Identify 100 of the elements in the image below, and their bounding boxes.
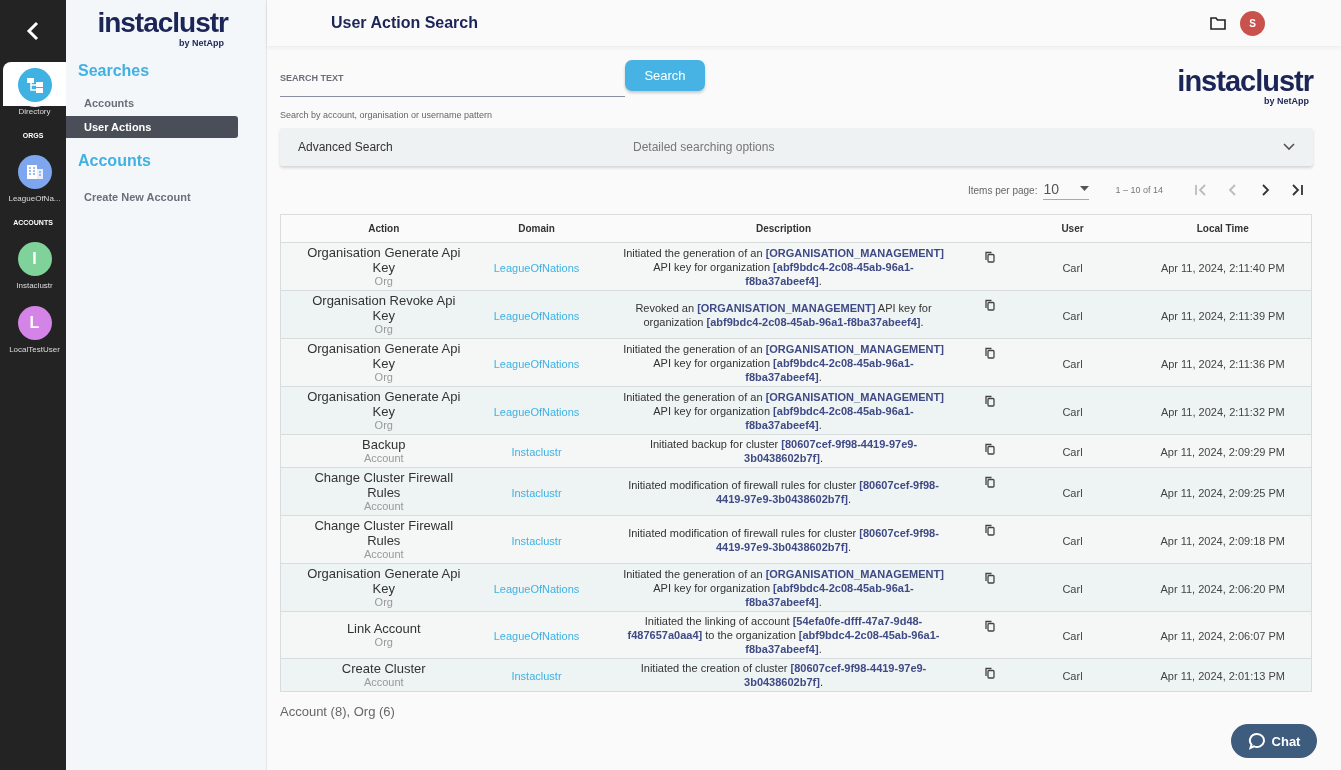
description-text: Initiated modification of firewall rules for cluster [80607cef-9f98-4419-97e9-3b0438602b7f]. (628, 478, 939, 505)
action-type: Account (362, 452, 405, 465)
column-header: User (1010, 214, 1135, 243)
action-type: Org (373, 596, 394, 609)
hierarchy-icon (25, 76, 44, 94)
local-time: Apr 11, 2024, 2:09:25 PM (1160, 486, 1285, 499)
rail-item-label: LocalTestUser (9, 345, 60, 354)
rail-item[interactable]: LeagueOfNa... (3, 149, 66, 213)
local-time: Apr 11, 2024, 2:09:29 PM (1160, 446, 1285, 458)
field-label: SEARCH TEXT (280, 73, 344, 83)
chevron-bar-icon (1194, 183, 1208, 197)
copy-icon[interactable] (984, 443, 995, 455)
search-field[interactable]: SEARCH TEXT (280, 60, 625, 97)
advanced-search-panel[interactable]: Advanced Search Detailed searching options (280, 128, 1313, 166)
description-text: Initiated the generation of an [ORGANISATION_MANAGEMENT] API key for organization [abf9bdc4-2c08-45ab-96a1-f8ba37abeef4]. (623, 246, 944, 287)
panel-title: Advanced Search (298, 140, 394, 154)
domain-link[interactable]: Instaclustr (511, 446, 562, 458)
chat-bubble-icon (1247, 732, 1266, 750)
nav-heading: Accounts (77, 151, 152, 171)
nav-item[interactable]: Accounts (66, 92, 238, 114)
user-name: Carl (1062, 309, 1083, 322)
local-time: Apr 11, 2024, 2:11:39 PM (1160, 309, 1285, 322)
action-name: Organisation Revoke Api Key (311, 293, 457, 323)
chevron-icon (1283, 143, 1295, 151)
description-text: Initiated the generation of an [ORGANISATION_MANAGEMENT] API key for organization [abf9bdc4-2c08-45ab-96a1-f8ba37abeef4]. (623, 567, 944, 608)
column-header: Action (280, 214, 487, 243)
copy-icon[interactable] (984, 299, 995, 311)
nav-item[interactable]: User Actions (66, 116, 238, 138)
copy-icon[interactable] (984, 667, 995, 679)
copy-icon[interactable] (984, 572, 995, 584)
action-name: Change Cluster Firewall Rules (313, 470, 455, 500)
action-type: Org (373, 275, 394, 288)
action-name: Create Cluster (340, 661, 427, 676)
domain-link[interactable]: Instaclustr (511, 670, 562, 682)
local-time: Apr 11, 2024, 2:09:18 PM (1160, 534, 1285, 547)
column-header: Local Time (1134, 214, 1312, 243)
copy-icon[interactable] (984, 347, 995, 359)
chat-button[interactable]: Chat (1231, 724, 1317, 758)
action-name: Link Account (345, 621, 422, 636)
action-name: Organisation Generate Api Key (306, 566, 462, 596)
user-name: Carl (1062, 582, 1083, 595)
action-type: Org (373, 323, 394, 336)
action-type: Org (373, 636, 394, 649)
rail-item-label: LeagueOfNa... (8, 194, 61, 203)
user-name: Carl (1062, 670, 1083, 682)
nav-heading: Searches (77, 61, 151, 81)
copy-icon[interactable] (984, 620, 995, 632)
action-name: Organisation Generate Api Key (306, 245, 462, 275)
avatar-initial: I (32, 250, 37, 268)
search-button[interactable]: Search (625, 60, 705, 91)
dropdown-icon (1080, 186, 1090, 191)
rail-item-label: Directory (18, 107, 51, 116)
action-name: Organisation Generate Api Key (306, 389, 462, 419)
domain-link[interactable]: Instaclustr (511, 486, 562, 499)
action-name: Change Cluster Firewall Rules (313, 518, 455, 548)
copy-icon[interactable] (984, 524, 995, 536)
folder-icon[interactable] (1210, 16, 1226, 30)
user-avatar[interactable]: S (1240, 10, 1265, 36)
copy-icon[interactable] (984, 395, 995, 407)
local-time: Apr 11, 2024, 2:01:13 PM (1160, 670, 1285, 682)
action-type: Org (373, 419, 394, 432)
building-icon (25, 164, 44, 180)
user-name: Carl (1062, 534, 1083, 547)
action-name: Backup (361, 437, 407, 452)
description-text: Initiated the generation of an [ORGANISATION_MANAGEMENT] API key for organization [abf9bdc4-2c08-45ab-96a1-f8ba37abeef4]. (623, 342, 944, 383)
domain-link[interactable]: Instaclustr (511, 534, 562, 547)
local-time: Apr 11, 2024, 2:11:40 PM (1160, 261, 1285, 274)
action-type: Account (362, 676, 405, 689)
local-time: Apr 11, 2024, 2:11:36 PM (1160, 357, 1285, 370)
local-time: Apr 11, 2024, 2:06:20 PM (1160, 582, 1285, 595)
page-size-select[interactable]: 10 (1043, 180, 1090, 200)
summary-text: Account (8), Org (6) (280, 704, 396, 719)
user-name: Carl (1062, 446, 1083, 458)
avatar-initial: L (29, 314, 40, 332)
panel-description: Detailed searching options (633, 140, 776, 154)
description-text: Initiated modification of firewall rules for cluster [80607cef-9f98-4419-97e9-3b0438602b7f]. (628, 526, 939, 553)
user-name: Carl (1062, 405, 1083, 418)
description-text: Revoked an [ORGANISATION_MANAGEMENT] API key for organization [abf9bdc4-2c08-45ab-96a1-f8ba37abeef4]. (635, 301, 932, 328)
page-title: User Action Search (331, 14, 478, 32)
description-text: Initiated the linking of account [54efa0fe-dfff-47a7-9d48-f487657a0aa4] to the organization [abf9bdc4-2c08-45ab-96a1-f8ba37abeef4]. (627, 615, 940, 655)
action-type: Account (362, 500, 405, 513)
description-text: Initiated the generation of an [ORGANISATION_MANAGEMENT] API key for organization [abf9bdc4-2c08-45ab-96a1-f8ba37abeef4]. (623, 390, 944, 431)
rail-item[interactable]: L LocalTestUser (3, 300, 66, 364)
copy-icon[interactable] (984, 251, 995, 263)
rail-item-label: Instaclustr (16, 281, 53, 290)
logo-tagline: by NetApp (1264, 96, 1309, 106)
nav-item[interactable]: Create New Account (66, 186, 238, 208)
local-time: Apr 11, 2024, 2:11:32 PM (1160, 405, 1285, 418)
page-range: 1 – 10 of 14 (1115, 185, 1163, 195)
user-name: Carl (1062, 357, 1083, 370)
rail-item[interactable]: I Instaclustr (3, 236, 66, 300)
copy-icon[interactable] (984, 476, 995, 488)
chevron-bar-icon (1290, 183, 1304, 197)
user-name: Carl (1062, 261, 1083, 274)
action-name: Organisation Generate Api Key (306, 341, 462, 371)
action-type: Org (373, 371, 394, 384)
description-text: Initiated the creation of cluster [80607cef-9f98-4419-97e9-3b0438602b7f]. (640, 662, 927, 688)
action-type: Account (362, 548, 405, 561)
user-name: Carl (1062, 486, 1083, 499)
user-name: Carl (1062, 630, 1083, 642)
